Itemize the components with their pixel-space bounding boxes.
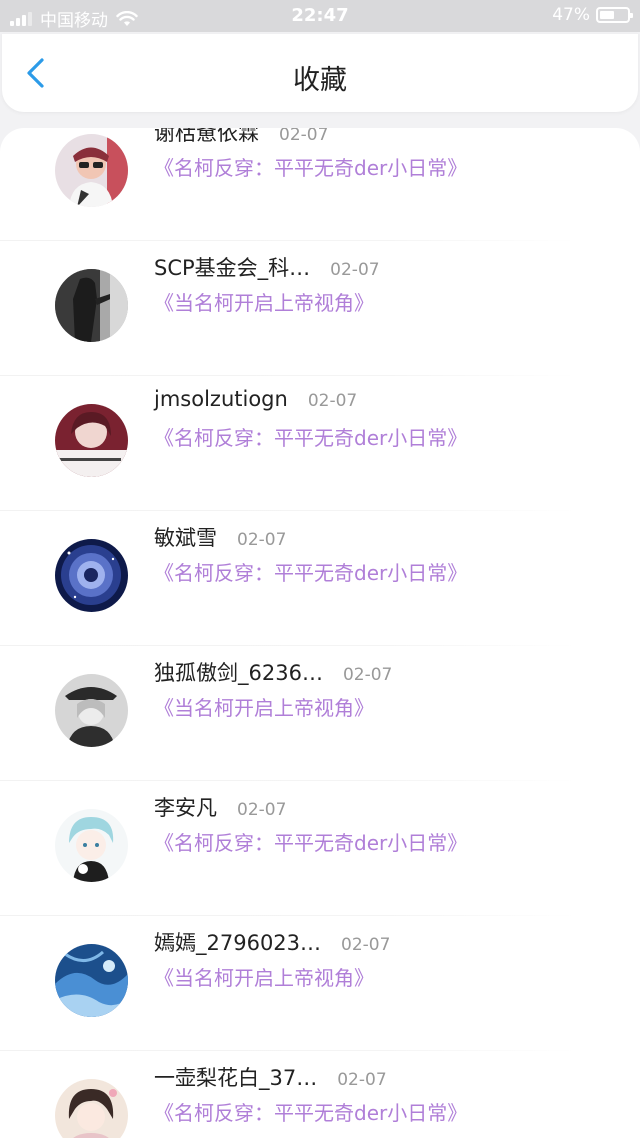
item-date: 02-07 [279,128,329,145]
novel-title-link[interactable]: 《当名柯开启上帝视角》 [154,962,374,991]
novel-title-link[interactable]: 《名柯反穿：平平无奇der小日常》 [154,1097,467,1126]
novel-title-link[interactable]: 《当名柯开启上帝视角》 [154,287,374,316]
novel-title-link[interactable]: 《当名柯开启上帝视角》 [154,692,374,721]
battery-icon [596,7,633,23]
avatar [55,809,128,882]
user-name: jmsolzutiogn [154,387,288,411]
list-item[interactable]: 一壶梨花白_37… 02-07 《名柯反穿：平平无奇der小日常》 [0,1051,640,1138]
item-date: 02-07 [341,935,391,955]
battery-percent: 47% [552,5,590,25]
status-time: 22:47 [291,5,349,26]
user-row: 谢栝惫依霖 02-07 [154,128,328,147]
avatar [55,539,128,612]
novel-title-link[interactable]: 《名柯反穿：平平无奇der小日常》 [154,422,467,451]
list-item[interactable]: 李安凡 02-07 《名柯反穿：平平无奇der小日常》 [0,781,640,916]
novel-title-link[interactable]: 《名柯反穿：平平无奇der小日常》 [154,827,467,856]
user-name: 独孤傲剑_6236… [154,661,323,685]
avatar [55,674,128,747]
user-row: 李安凡 02-07 [154,792,286,822]
list-item[interactable]: 嫣嫣_2796023… 02-07 《当名柯开启上帝视角》 [0,916,640,1051]
avatar [55,134,128,207]
novel-title-link[interactable]: 《名柯反穿：平平无奇der小日常》 [154,152,467,181]
list-item[interactable]: SCP基金会_科… 02-07 《当名柯开启上帝视角》 [0,241,640,376]
user-name: 敏斌雪 [154,526,217,550]
list-item[interactable]: jmsolzutiogn 02-07 《名柯反穿：平平无奇der小日常》 [0,376,640,511]
user-name: SCP基金会_科… [154,256,311,280]
user-name: 嫣嫣_2796023… [154,931,322,955]
user-row: 独孤傲剑_6236… 02-07 [154,657,392,687]
avatar [55,269,128,342]
item-date: 02-07 [342,665,393,685]
list-item[interactable]: 敏斌雪 02-07 《名柯反穿：平平无奇der小日常》 [0,511,640,646]
user-name: 谢栝惫依霖 [154,128,259,145]
user-row: 敏斌雪 02-07 [154,522,286,552]
avatar [55,1079,128,1138]
item-date: 02-07 [337,1070,387,1090]
user-row: SCP基金会_科… 02-07 [154,252,380,282]
novel-title-link[interactable]: 《名柯反穿：平平无奇der小日常》 [154,557,467,586]
favorites-list: 谢栝惫依霖 02-07 《名柯反穿：平平无奇der小日常》 SCP基金会_科… … [0,128,640,1138]
status-bar: 中国移动 22:47 47% [0,0,640,32]
user-name: 一壶梨花白_37… [154,1066,318,1090]
avatar [55,404,128,477]
item-date: 02-07 [330,260,380,280]
item-date: 02-07 [237,530,287,550]
user-row: 一壶梨花白_37… 02-07 [154,1062,387,1092]
user-row: 嫣嫣_2796023… 02-07 [154,927,390,957]
list-item[interactable]: 独孤傲剑_6236… 02-07 《当名柯开启上帝视角》 [0,646,640,781]
user-row: jmsolzutiogn 02-07 [154,387,357,411]
avatar [55,944,128,1017]
user-name: 李安凡 [154,796,217,820]
list-item[interactable]: 谢栝惫依霖 02-07 《名柯反穿：平平无奇der小日常》 [0,128,640,241]
status-right: 47% [552,5,633,25]
item-date: 02-07 [307,391,358,411]
page-title: 收藏 [293,65,347,96]
nav-header: 收藏 [2,34,638,112]
item-date: 02-07 [237,800,287,820]
